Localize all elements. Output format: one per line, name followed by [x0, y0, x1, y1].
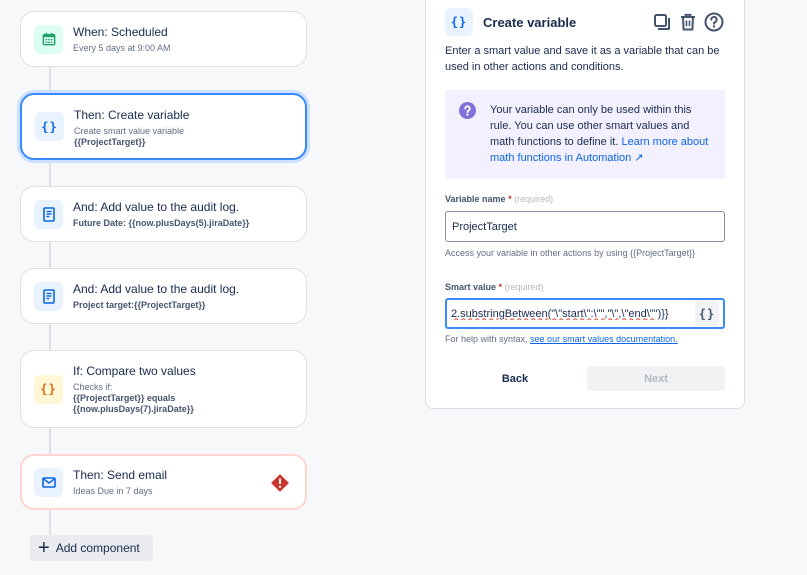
calendar-icon: [34, 24, 63, 54]
help-button[interactable]: [703, 11, 725, 33]
question-circle-icon: [459, 102, 476, 124]
add-component-button[interactable]: + Add component: [30, 535, 153, 561]
delete-button[interactable]: [677, 11, 699, 33]
smart-value-text: 2.substringBetween("\"start\":\"","\",\"…: [451, 307, 669, 320]
smart-values-docs-link[interactable]: see our smart values documentation.: [530, 334, 678, 344]
document-icon: [34, 281, 63, 311]
card-subtitle: Every 5 days at 9:00 AM: [73, 42, 171, 53]
flow-card-condition[interactable]: {} If: Compare two values Checks if: {{P…: [20, 350, 307, 428]
help-icon: [704, 12, 724, 32]
flow-card-audit-log-1[interactable]: And: Add value to the audit log. Future …: [20, 186, 307, 242]
card-title: And: Add value to the audit log.: [73, 199, 240, 214]
card-subtitle: Create smart value variable: [74, 125, 185, 136]
braces-icon: {}: [34, 374, 63, 404]
card-detail: {{now.plusDays(7).jiraDate}}: [73, 403, 194, 414]
card-title: And: Add value to the audit log.: [73, 281, 240, 296]
trash-icon: [681, 13, 695, 31]
variable-name-help: Access your variable in other actions by…: [445, 248, 696, 258]
card-detail: {{ProjectTarget}}: [74, 136, 146, 147]
card-title: If: Compare two values: [73, 363, 196, 378]
card-title: When: Scheduled: [73, 24, 168, 39]
panel-description: Enter a smart value and save it as a var…: [445, 45, 720, 73]
smart-value-picker-button[interactable]: {}: [695, 301, 719, 326]
required-hint: (required): [514, 194, 554, 204]
card-subtitle: Project target:{{ProjectTarget}}: [73, 299, 206, 310]
smart-value-input[interactable]: 2.substringBetween("\"start\":\"","\",\"…: [445, 298, 725, 329]
info-message: Your variable can only be used within th…: [445, 90, 725, 179]
braces-icon: {}: [35, 112, 64, 141]
smart-value-help: For help with syntax, see our smart valu…: [445, 334, 678, 344]
braces-icon: {}: [445, 8, 473, 36]
card-subtitle: Future Date: {{now.plusDays(5).jiraDate}…: [73, 217, 250, 228]
next-button[interactable]: Next: [587, 366, 725, 391]
panel-title: Create variable: [483, 14, 577, 30]
flow-card-create-variable[interactable]: {} Then: Create variable Create smart va…: [20, 93, 307, 160]
card-subtitle: Checks if:: [73, 381, 113, 392]
required-mark: *: [508, 194, 512, 204]
required-mark: *: [498, 282, 503, 292]
required-hint: (required): [504, 282, 544, 292]
flow-card-trigger[interactable]: When: Scheduled Every 5 days at 9:00 AM: [20, 11, 307, 67]
braces-icon: {}: [698, 306, 716, 321]
duplicate-icon: [654, 14, 670, 30]
smart-value-label: Smart value * (required): [445, 282, 544, 292]
add-component-label: Add component: [55, 541, 140, 555]
card-detail: {{ProjectTarget}} equals: [73, 392, 176, 403]
card-title: Then: Create variable: [74, 107, 190, 122]
plus-icon: +: [38, 537, 50, 559]
panel-header: {} Create variable: [445, 7, 725, 37]
variable-name-input[interactable]: ProjectTarget: [445, 211, 725, 242]
error-icon: [271, 474, 289, 497]
flow-card-send-email[interactable]: Then: Send email Ideas Due in 7 days: [20, 454, 307, 510]
duplicate-button[interactable]: [651, 11, 673, 33]
back-button[interactable]: Back: [446, 366, 584, 391]
variable-name-label: Variable name * (required): [445, 194, 554, 204]
document-icon: [34, 199, 63, 229]
component-config-panel: {} Create variable Enter a smart value a…: [425, 0, 745, 409]
mail-icon: [34, 467, 63, 497]
flow-card-audit-log-2[interactable]: And: Add value to the audit log. Project…: [20, 268, 307, 324]
